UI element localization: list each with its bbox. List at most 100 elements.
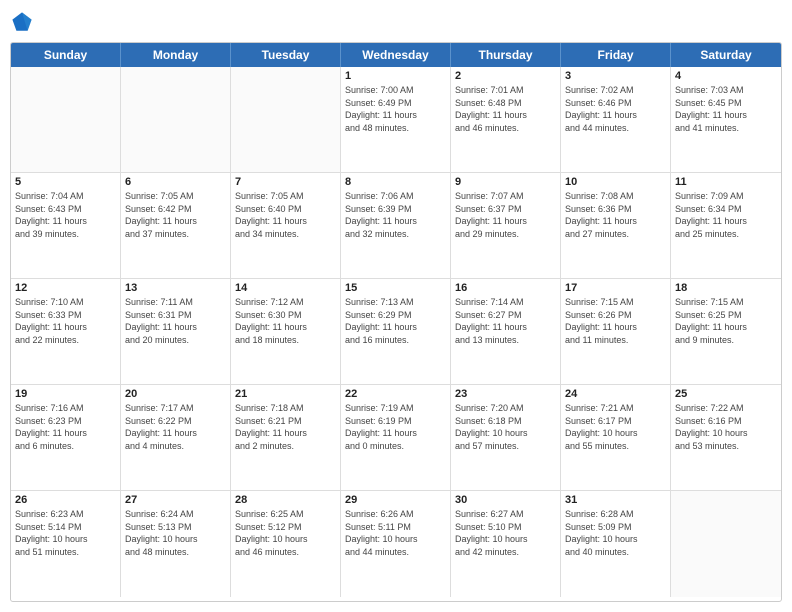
day-info: Sunrise: 7:05 AM Sunset: 6:42 PM Dayligh… (125, 190, 226, 240)
day-info: Sunrise: 7:11 AM Sunset: 6:31 PM Dayligh… (125, 296, 226, 346)
day-info: Sunrise: 7:13 AM Sunset: 6:29 PM Dayligh… (345, 296, 446, 346)
logo (10, 10, 38, 34)
cal-cell-25: 25 Sunrise: 7:22 AM Sunset: 6:16 PM Dayli… (671, 385, 781, 490)
cal-cell-31: 31 Sunrise: 6:28 AM Sunset: 5:09 PM Dayli… (561, 491, 671, 597)
day-number: 13 (125, 282, 226, 294)
cal-cell-12: 12 Sunrise: 7:10 AM Sunset: 6:33 PM Dayli… (11, 279, 121, 384)
day-number: 29 (345, 494, 446, 506)
day-info: Sunrise: 6:24 AM Sunset: 5:13 PM Dayligh… (125, 508, 226, 558)
day-number: 21 (235, 388, 336, 400)
week-row-4: 19 Sunrise: 7:16 AM Sunset: 6:23 PM Dayli… (11, 385, 781, 491)
day-number: 4 (675, 70, 777, 82)
cal-cell-empty-0-2 (231, 67, 341, 172)
cal-cell-2: 2 Sunrise: 7:01 AM Sunset: 6:48 PM Daylig… (451, 67, 561, 172)
cal-cell-30: 30Sunrise: 6:27 AM Sunset: 5:10 PM Dayli… (451, 491, 561, 597)
cal-cell-19: 19 Sunrise: 7:16 AM Sunset: 6:23 PM Dayli… (11, 385, 121, 490)
day-info: Sunrise: 7:08 AM Sunset: 6:36 PM Dayligh… (565, 190, 666, 240)
day-number: 12 (15, 282, 116, 294)
day-number: 9 (455, 176, 556, 188)
day-number: 5 (15, 176, 116, 188)
day-number: 3 (565, 70, 666, 82)
day-number: 28 (235, 494, 336, 506)
week-row-1: 1Sunrise: 7:00 AM Sunset: 6:49 PM Daylig… (11, 67, 781, 173)
cal-cell-29: 29 Sunrise: 6:26 AM Sunset: 5:11 PM Dayli… (341, 491, 451, 597)
week-row-2: 5 Sunrise: 7:04 AM Sunset: 6:43 PM Daylig… (11, 173, 781, 279)
day-number: 26 (15, 494, 116, 506)
page: SundayMondayTuesdayWednesdayThursdayFrid… (0, 0, 792, 612)
weekday-header-monday: Monday (121, 43, 231, 67)
cal-cell-4: 4 Sunrise: 7:03 AM Sunset: 6:45 PM Daylig… (671, 67, 781, 172)
cal-cell-empty-0-1 (121, 67, 231, 172)
day-info: Sunrise: 7:09 AM Sunset: 6:34 PM Dayligh… (675, 190, 777, 240)
day-info: Sunrise: 6:23 AM Sunset: 5:14 PM Dayligh… (15, 508, 116, 558)
day-info: Sunrise: 6:25 AM Sunset: 5:12 PM Dayligh… (235, 508, 336, 558)
day-number: 25 (675, 388, 777, 400)
day-number: 8 (345, 176, 446, 188)
day-info: Sunrise: 7:14 AM Sunset: 6:27 PM Dayligh… (455, 296, 556, 346)
day-number: 23 (455, 388, 556, 400)
weekday-header-thursday: Thursday (451, 43, 561, 67)
week-row-5: 26 Sunrise: 6:23 AM Sunset: 5:14 PM Dayli… (11, 491, 781, 597)
weekday-header-saturday: Saturday (671, 43, 781, 67)
cal-cell-24: 24 Sunrise: 7:21 AM Sunset: 6:17 PM Dayli… (561, 385, 671, 490)
day-info: Sunrise: 7:17 AM Sunset: 6:22 PM Dayligh… (125, 402, 226, 452)
day-number: 22 (345, 388, 446, 400)
day-number: 10 (565, 176, 666, 188)
day-info: Sunrise: 7:16 AM Sunset: 6:23 PM Dayligh… (15, 402, 116, 452)
weekday-header-wednesday: Wednesday (341, 43, 451, 67)
day-info: Sunrise: 7:04 AM Sunset: 6:43 PM Dayligh… (15, 190, 116, 240)
day-info: Sunrise: 7:03 AM Sunset: 6:45 PM Dayligh… (675, 84, 777, 134)
cal-cell-10: 10 Sunrise: 7:08 AM Sunset: 6:36 PM Dayli… (561, 173, 671, 278)
day-info: Sunrise: 7:22 AM Sunset: 6:16 PM Dayligh… (675, 402, 777, 452)
day-number: 19 (15, 388, 116, 400)
day-info: Sunrise: 6:28 AM Sunset: 5:09 PM Dayligh… (565, 508, 666, 558)
day-info: Sunrise: 7:12 AM Sunset: 6:30 PM Dayligh… (235, 296, 336, 346)
day-info: Sunrise: 7:18 AM Sunset: 6:21 PM Dayligh… (235, 402, 336, 452)
cal-cell-27: 27 Sunrise: 6:24 AM Sunset: 5:13 PM Dayli… (121, 491, 231, 597)
cal-cell-21: 21 Sunrise: 7:18 AM Sunset: 6:21 PM Dayli… (231, 385, 341, 490)
cal-cell-20: 20Sunrise: 7:17 AM Sunset: 6:22 PM Dayli… (121, 385, 231, 490)
day-info: Sunrise: 7:01 AM Sunset: 6:48 PM Dayligh… (455, 84, 556, 134)
day-info: Sunrise: 7:06 AM Sunset: 6:39 PM Dayligh… (345, 190, 446, 240)
cal-cell-7: 7Sunrise: 7:05 AM Sunset: 6:40 PM Daylig… (231, 173, 341, 278)
cal-cell-9: 9 Sunrise: 7:07 AM Sunset: 6:37 PM Daylig… (451, 173, 561, 278)
day-number: 7 (235, 176, 336, 188)
cal-cell-14: 14 Sunrise: 7:12 AM Sunset: 6:30 PM Dayli… (231, 279, 341, 384)
day-info: Sunrise: 6:26 AM Sunset: 5:11 PM Dayligh… (345, 508, 446, 558)
day-number: 2 (455, 70, 556, 82)
day-number: 15 (345, 282, 446, 294)
cal-cell-1: 1Sunrise: 7:00 AM Sunset: 6:49 PM Daylig… (341, 67, 451, 172)
day-info: Sunrise: 7:00 AM Sunset: 6:49 PM Dayligh… (345, 84, 446, 134)
cal-cell-8: 8 Sunrise: 7:06 AM Sunset: 6:39 PM Daylig… (341, 173, 451, 278)
cal-cell-empty-4-6 (671, 491, 781, 597)
day-info: Sunrise: 7:19 AM Sunset: 6:19 PM Dayligh… (345, 402, 446, 452)
header (10, 10, 782, 34)
weekday-header-friday: Friday (561, 43, 671, 67)
day-number: 14 (235, 282, 336, 294)
day-number: 16 (455, 282, 556, 294)
day-number: 24 (565, 388, 666, 400)
cal-cell-22: 22 Sunrise: 7:19 AM Sunset: 6:19 PM Dayli… (341, 385, 451, 490)
cal-cell-28: 28 Sunrise: 6:25 AM Sunset: 5:12 PM Dayli… (231, 491, 341, 597)
day-number: 27 (125, 494, 226, 506)
day-info: Sunrise: 7:15 AM Sunset: 6:25 PM Dayligh… (675, 296, 777, 346)
day-number: 17 (565, 282, 666, 294)
day-number: 18 (675, 282, 777, 294)
cal-cell-5: 5 Sunrise: 7:04 AM Sunset: 6:43 PM Daylig… (11, 173, 121, 278)
calendar-header: SundayMondayTuesdayWednesdayThursdayFrid… (11, 43, 781, 67)
day-info: Sunrise: 7:07 AM Sunset: 6:37 PM Dayligh… (455, 190, 556, 240)
day-info: Sunrise: 7:15 AM Sunset: 6:26 PM Dayligh… (565, 296, 666, 346)
cal-cell-6: 6 Sunrise: 7:05 AM Sunset: 6:42 PM Daylig… (121, 173, 231, 278)
day-number: 6 (125, 176, 226, 188)
cal-cell-17: 17 Sunrise: 7:15 AM Sunset: 6:26 PM Dayli… (561, 279, 671, 384)
day-info: Sunrise: 7:10 AM Sunset: 6:33 PM Dayligh… (15, 296, 116, 346)
calendar: SundayMondayTuesdayWednesdayThursdayFrid… (10, 42, 782, 602)
day-number: 11 (675, 176, 777, 188)
weekday-header-sunday: Sunday (11, 43, 121, 67)
weekday-header-tuesday: Tuesday (231, 43, 341, 67)
cal-cell-26: 26 Sunrise: 6:23 AM Sunset: 5:14 PM Dayli… (11, 491, 121, 597)
day-info: Sunrise: 7:21 AM Sunset: 6:17 PM Dayligh… (565, 402, 666, 452)
day-info: Sunrise: 7:02 AM Sunset: 6:46 PM Dayligh… (565, 84, 666, 134)
cal-cell-23: 23Sunrise: 7:20 AM Sunset: 6:18 PM Dayli… (451, 385, 561, 490)
day-number: 31 (565, 494, 666, 506)
